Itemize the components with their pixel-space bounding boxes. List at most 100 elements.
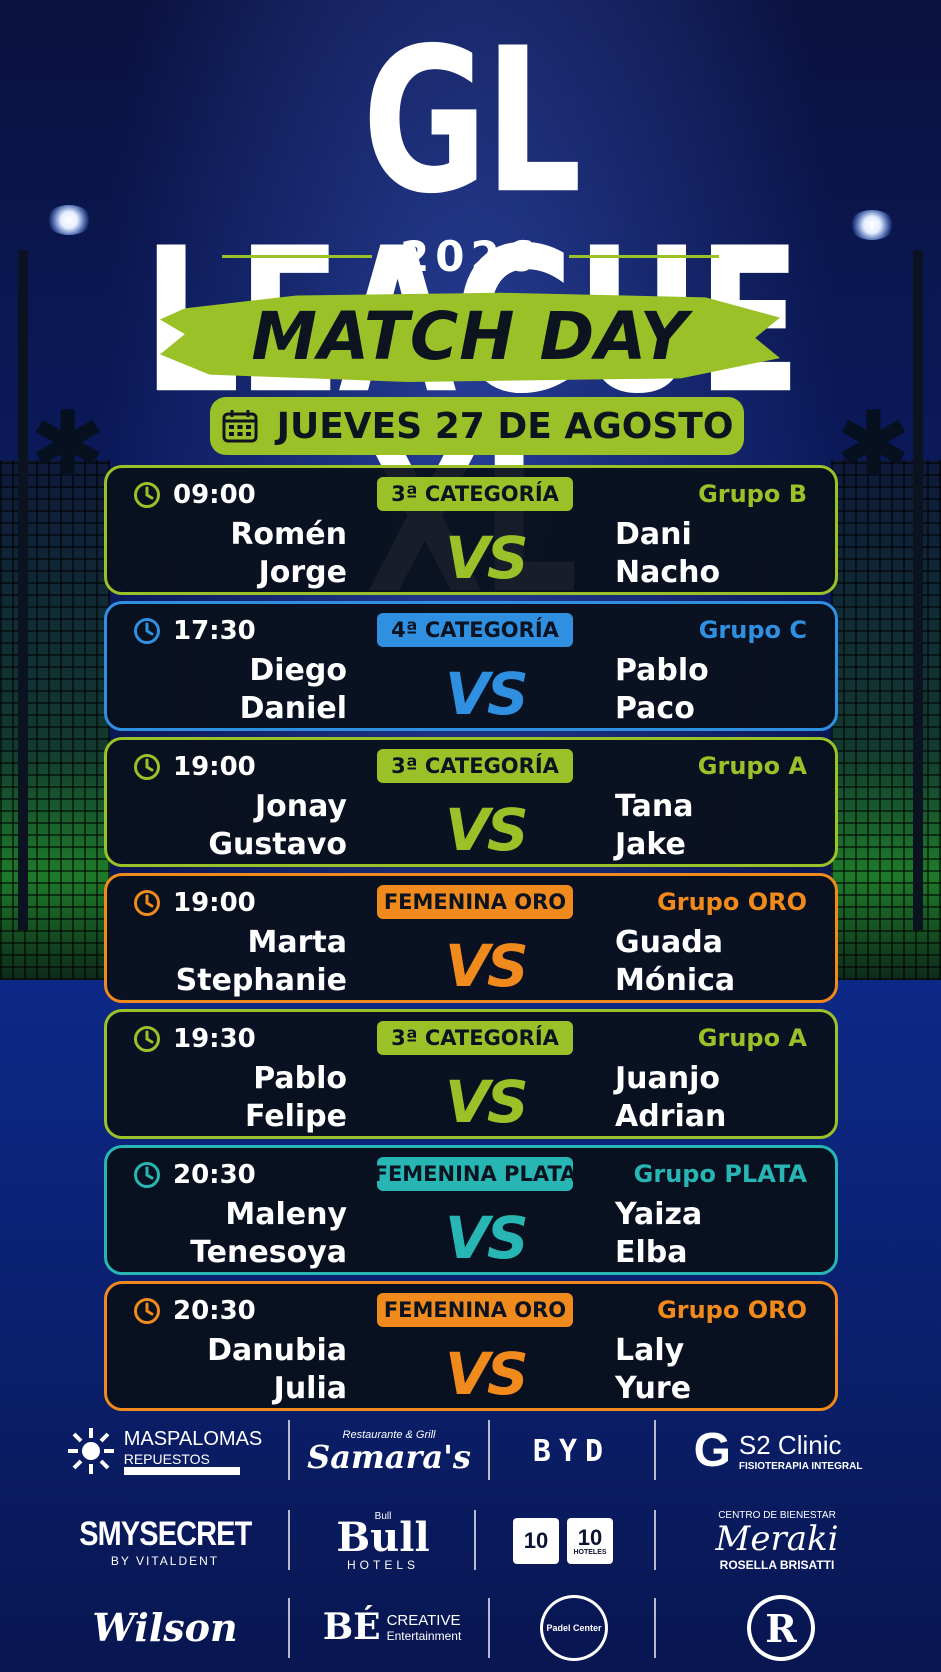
palm-tree-icon: ✱ [30,395,106,495]
player-name: Mónica [615,963,736,998]
player-name: Pablo [253,1061,347,1096]
match-card: 17:30 4ª CATEGORÍA Grupo C Diego Daniel … [104,601,838,731]
sponsor-smysecret: SMYSECRET BY VITALDENT [60,1509,270,1573]
group-label: Grupo PLATA [633,1160,807,1188]
s2-logo-icon: G [693,1424,731,1477]
sponsor-name: Bull [336,1513,430,1561]
category-badge: 3ª CATEGORÍA [377,749,573,783]
sponsor-name: BÉ [322,1606,381,1648]
poster: ✱ ✱ GL LEAGUE XL 2026 MATCH DAY JUEVES 2… [0,0,941,1672]
left-lamp-pole [18,250,28,930]
ten-logo-icon: 10 [577,1524,603,1550]
sponsor-name: BYD [532,1433,612,1469]
r-logo-icon: R [765,1605,797,1651]
team-two: Tana Jake [615,788,693,864]
sponsor-sub: BY VITALDENT [110,1553,220,1568]
vs-label: VS [445,1204,529,1272]
group-label: Grupo A [697,752,807,780]
divider [654,1510,656,1570]
right-fence [831,460,941,980]
sponsor-sub: REPUESTOS [123,1451,240,1475]
player-name: Diego [249,653,347,688]
match-day-label: MATCH DAY [251,297,689,375]
time-label: 19:00 [173,752,256,782]
player-name: Paco [615,691,695,726]
player-name: Adrian [615,1099,727,1134]
match-card: 19:30 3ª CATEGORÍA Grupo A Pablo Felipe … [104,1009,838,1139]
sponsor-name: S2 Clinic [738,1430,842,1460]
sponsor-sub: CREATIVE [386,1611,461,1629]
player-name: Juanjo [615,1061,721,1096]
clock-icon [134,890,160,916]
team-two: Yaiza Elba [615,1196,702,1272]
divider [568,255,719,258]
clock-icon [134,754,160,780]
sponsor-s2-clinic: G S2 Clinic FISIOTERAPIA INTEGRAL [668,1421,888,1481]
divider [474,1510,476,1570]
sun-logo-icon [67,1428,114,1474]
clock-icon [134,1162,160,1188]
team-one: Marta Stephanie [176,924,347,1000]
player-name: Elba [615,1235,688,1270]
player-name: Yaiza [615,1197,703,1232]
group-label: Grupo A [697,1024,807,1052]
sponsor-r: R [696,1595,866,1661]
team-two: Laly Yure [615,1332,691,1408]
group-label: Grupo C [698,616,807,644]
event-year: 2026 [400,232,541,281]
match-time: 09:00 [133,480,256,510]
player-name: Stephanie [175,963,347,998]
date-pill: JUEVES 27 DE AGOSTO [210,397,744,455]
vs-label: VS [445,524,529,592]
time-label: 17:30 [173,616,256,646]
player-name: Gustavo [208,827,347,862]
group-label: Grupo ORO [657,888,807,916]
time-label: 09:00 [173,480,256,510]
player-name: Daniel [239,691,347,726]
divider [288,1420,290,1480]
divider [288,1510,290,1570]
team-two: Pablo Paco [615,652,709,728]
category-badge: FEMENINA PLATA [374,1157,576,1191]
sponsor-bull-hotels: Bull Bull HOTELS [302,1505,464,1577]
player-name: Laly [615,1333,685,1368]
divider [488,1598,490,1658]
team-one: Danubia Julia [207,1332,347,1408]
vs-label: VS [445,932,529,1000]
match-time: 19:00 [133,752,256,782]
sponsor-name: Samara's [307,1438,471,1476]
match-date: JUEVES 27 DE AGOSTO [276,405,734,447]
sponsor-byd: BYD [502,1423,642,1479]
year-row: 2026 [0,232,941,281]
category-badge: FEMENINA ORO [377,1293,573,1327]
category-badge: 4ª CATEGORÍA [377,613,573,647]
player-name: Nacho [615,555,721,590]
divider [488,1420,490,1480]
player-name: Jake [615,827,686,862]
sponsor-name: MASPALOMAS [123,1427,263,1450]
player-name: Danubia [207,1333,347,1368]
sponsor-name: SMYSECRET [78,1514,252,1553]
match-time: 20:30 [133,1160,256,1190]
player-name: Tana [615,789,694,824]
team-one: Romén Jorge [230,516,347,592]
clock-icon [134,482,160,508]
calendar-icon [222,410,258,443]
sponsor-sub: Entertainment [386,1628,462,1643]
clock-icon [134,1026,160,1052]
sponsor-samaras: Restaurante & Grill Samara's [298,1419,480,1483]
left-fence [0,460,110,980]
ten-logo-icon: 10 [513,1518,559,1564]
player-name: Julia [273,1371,347,1406]
player-name: Romén [230,517,347,552]
player-name: Jorge [258,555,347,590]
match-card: 19:00 3ª CATEGORÍA Grupo A Jonay Gustavo… [104,737,838,867]
vs-label: VS [445,796,529,864]
sponsor-wilson: Wilson [60,1597,270,1657]
player-name: Dani [615,517,692,552]
category-badge: 3ª CATEGORÍA [377,477,573,511]
match-time: 17:30 [133,616,256,646]
team-two: Juanjo Adrian [615,1060,726,1136]
match-card: 09:00 3ª CATEGORÍA Grupo B Romén Jorge V… [104,465,838,595]
sponsor-be-creative: BÉ CREATIVE Entertainment [302,1597,482,1657]
